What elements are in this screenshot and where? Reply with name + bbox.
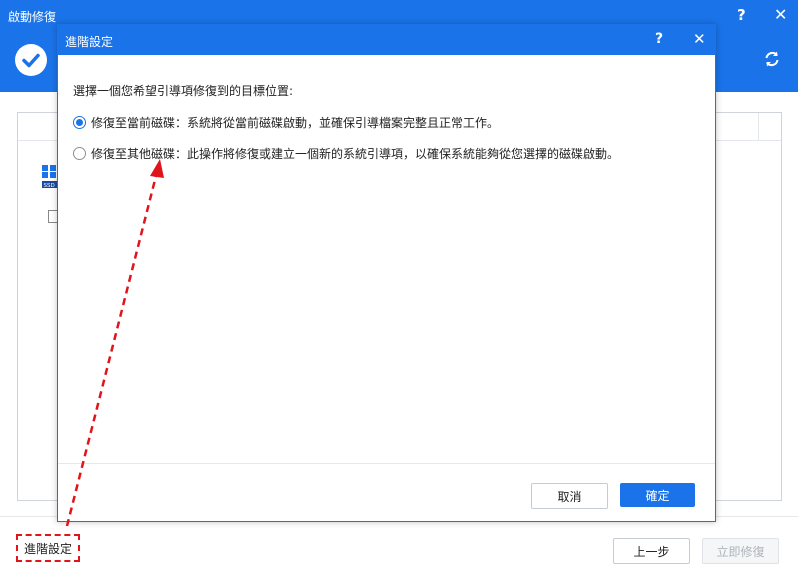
dialog-help-icon[interactable]: ?	[655, 31, 663, 47]
advanced-settings-button[interactable]: 進階設定	[16, 534, 80, 562]
close-icon[interactable]: ✕	[774, 5, 787, 24]
option-current-disk-label: 修復至當前磁碟：系統將從當前磁碟啟動，並確保引導檔案完整且正常工作。	[91, 116, 500, 130]
help-icon[interactable]: ?	[737, 6, 746, 24]
option-other-disk-label: 修復至其他磁碟：此操作將修復或建立一個新的系統引導項，以確保系統能夠從您選擇的磁…	[91, 147, 620, 161]
window-title: 啟動修復	[8, 10, 57, 24]
option-other-disk[interactable]: 修復至其他磁碟：此操作將修復或建立一個新的系統引導項，以確保系統能夠從您選擇的磁…	[73, 145, 619, 162]
dialog-prompt: 選擇一個您希望引導項修復到的目標位置:	[73, 84, 294, 98]
ok-button[interactable]: 確定	[620, 483, 695, 507]
cancel-button[interactable]: 取消	[531, 483, 608, 509]
dialog-title: 進階設定	[65, 35, 114, 49]
dialog-close-icon[interactable]: ✕	[693, 30, 706, 48]
repair-now-button[interactable]: 立即修復	[702, 538, 779, 564]
advanced-settings-dialog: 進階設定 ? ✕ 選擇一個您希望引導項修復到的目標位置: 修復至當前磁碟：系統將…	[57, 24, 716, 522]
refresh-icon[interactable]	[763, 50, 781, 68]
ssd-disk-icon: SSD	[42, 165, 57, 189]
option-current-disk[interactable]: 修復至當前磁碟：系統將從當前磁碟啟動，並確保引導檔案完整且正常工作。	[73, 114, 499, 131]
svg-text:SSD: SSD	[44, 183, 55, 189]
radio-current-disk[interactable]	[73, 116, 86, 129]
previous-button[interactable]: 上一步	[613, 538, 690, 564]
radio-other-disk[interactable]	[73, 147, 86, 160]
panel-column-divider	[758, 113, 759, 140]
dialog-titlebar: 進階設定 ? ✕	[58, 25, 715, 55]
check-circle-icon	[15, 44, 47, 76]
dialog-footer-divider	[58, 463, 715, 464]
